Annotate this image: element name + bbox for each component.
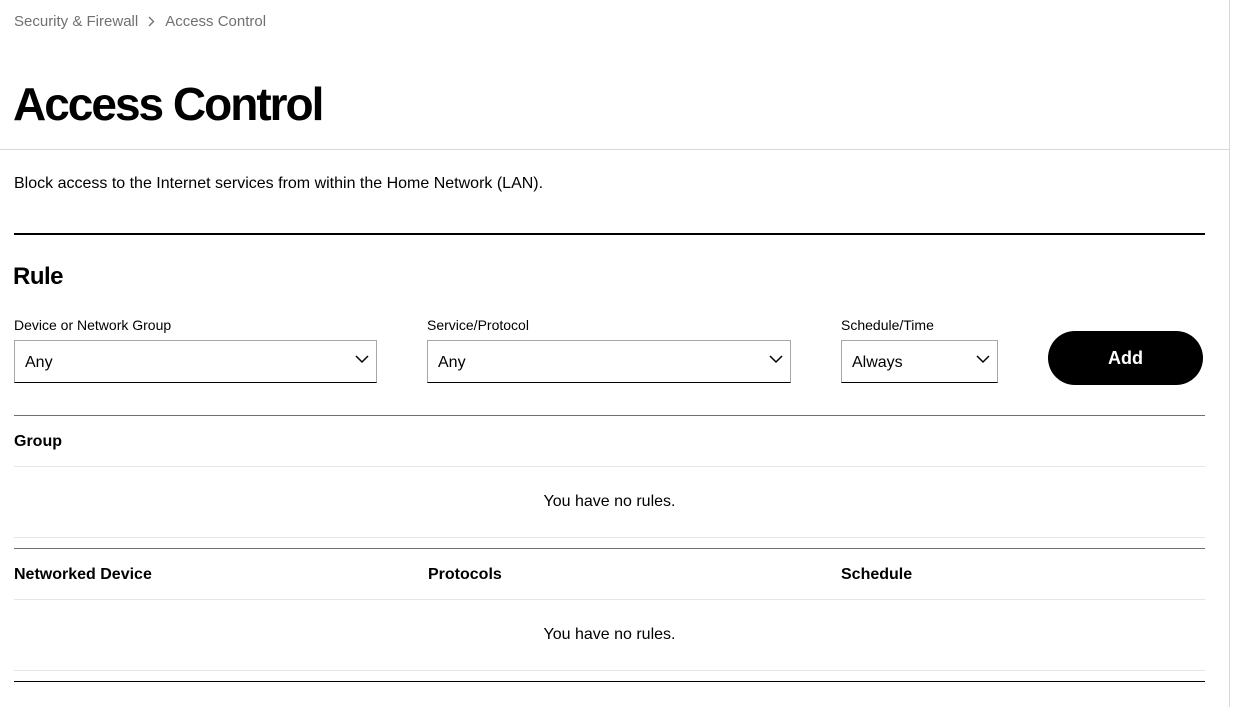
section-divider — [14, 233, 1205, 235]
schedule-time-label: Schedule/Time — [841, 317, 934, 333]
protocols-column-header: Protocols — [428, 566, 502, 583]
group-table-bottom-border — [14, 537, 1205, 538]
networked-device-column-header: Networked Device — [14, 566, 152, 583]
group-empty-message: You have no rules. — [543, 493, 676, 510]
device-header-divider — [14, 599, 1205, 600]
device-group-select[interactable]: Any — [14, 340, 377, 383]
chevron-down-icon — [769, 355, 783, 364]
breadcrumb-current-access-control: Access Control — [165, 13, 267, 30]
device-table-bottom-border — [14, 670, 1205, 671]
chevron-down-icon — [355, 355, 369, 364]
device-table-top-border — [14, 548, 1205, 549]
group-column-header: Group — [14, 433, 62, 450]
service-protocol-selected-value: Any — [438, 354, 466, 371]
device-group-label: Device or Network Group — [14, 317, 172, 333]
access-control-page: Security & Firewall Access Control Acces… — [0, 0, 1235, 707]
service-protocol-select[interactable]: Any — [427, 340, 791, 383]
group-table-top-border — [14, 415, 1205, 416]
page-description: Block access to the Internet services fr… — [14, 175, 544, 192]
rule-section-title: Rule — [13, 263, 64, 290]
page-right-border — [1229, 0, 1230, 707]
schedule-time-selected-value: Always — [852, 354, 903, 371]
breadcrumb: Security & Firewall Access Control — [14, 13, 266, 30]
service-protocol-label: Service/Protocol — [427, 317, 529, 333]
chevron-right-icon — [148, 16, 155, 27]
chevron-down-icon — [976, 355, 990, 364]
schedule-time-select[interactable]: Always — [841, 340, 998, 383]
breadcrumb-link-security-firewall[interactable]: Security & Firewall — [14, 13, 138, 30]
add-rule-button[interactable]: Add — [1048, 331, 1203, 385]
device-empty-message: You have no rules. — [543, 626, 676, 643]
section-bottom-divider — [14, 681, 1205, 682]
device-group-selected-value: Any — [25, 354, 53, 371]
page-title: Access Control — [13, 78, 324, 130]
header-divider — [0, 149, 1230, 150]
group-header-divider — [14, 466, 1205, 467]
schedule-column-header: Schedule — [841, 566, 913, 583]
